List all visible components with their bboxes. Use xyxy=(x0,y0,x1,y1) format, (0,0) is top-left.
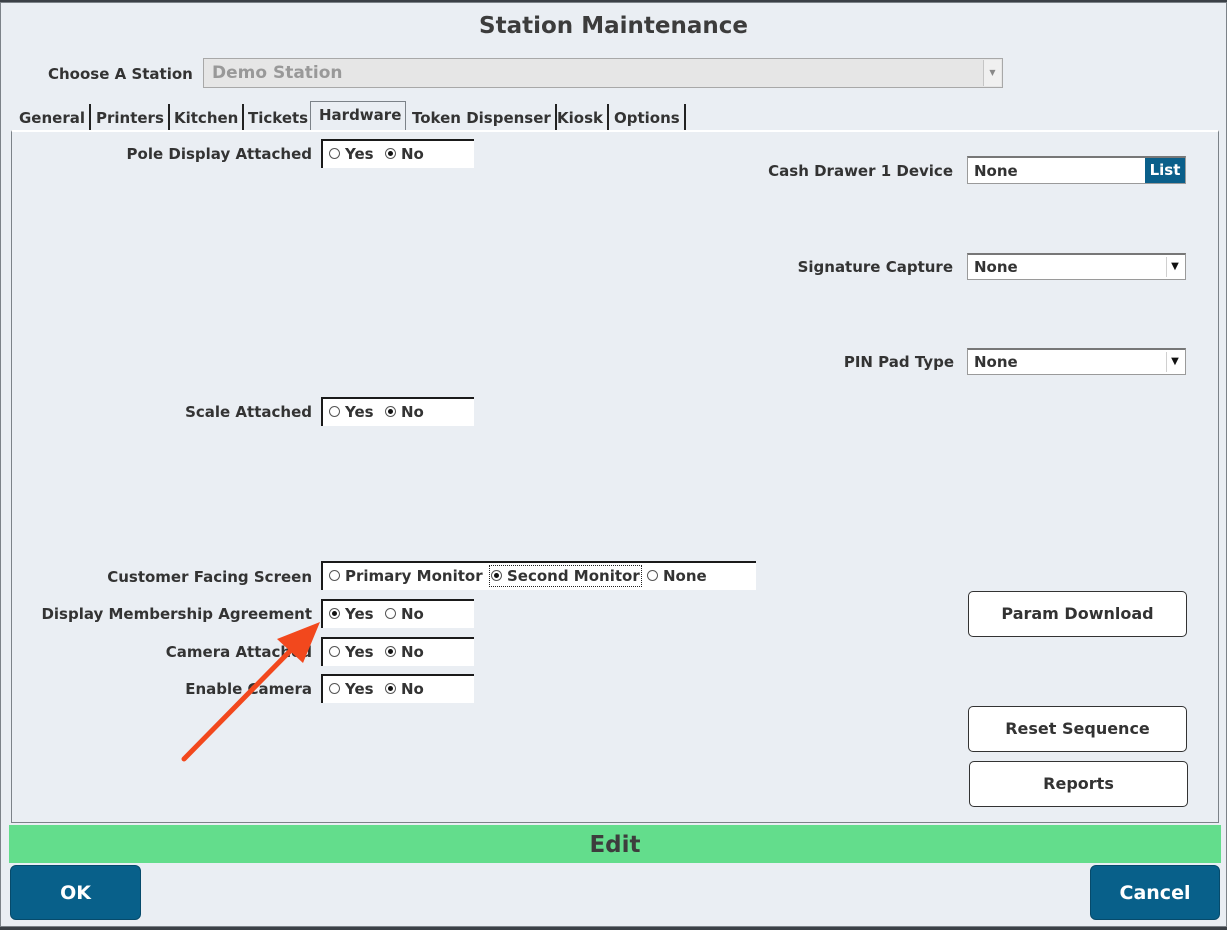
camera-attached-label: Camera Attached xyxy=(165,643,312,661)
scale-label: Scale Attached xyxy=(185,403,312,421)
reports-button[interactable]: Reports xyxy=(969,761,1188,807)
dialog-title: Station Maintenance xyxy=(479,13,748,39)
camera-attached-radio-group: Yes No xyxy=(321,637,474,666)
tab-tickets[interactable]: Tickets xyxy=(240,104,315,130)
customer-screen-radio-group: Primary Monitor Second Monitor None xyxy=(321,561,756,590)
pin-pad-label: PIN Pad Type xyxy=(843,353,954,371)
tab-kiosk[interactable]: Kiosk xyxy=(549,104,609,130)
radio-selected-icon xyxy=(385,646,396,657)
enable-camera-radio-group: Yes No xyxy=(321,674,474,703)
signature-capture-dropdown[interactable]: None ▼ xyxy=(967,253,1186,280)
ok-button[interactable]: OK xyxy=(10,865,141,920)
pin-pad-value: None xyxy=(974,353,1018,371)
enable-camera-no[interactable]: No xyxy=(385,680,424,698)
radio-selected-icon xyxy=(385,406,396,417)
chevron-down-icon[interactable]: ▼ xyxy=(983,60,1001,86)
station-maintenance-dialog: Station Maintenance Choose A Station Dem… xyxy=(0,2,1227,927)
param-download-button[interactable]: Param Download xyxy=(968,591,1187,637)
choose-station-label: Choose A Station xyxy=(48,65,193,83)
cancel-button[interactable]: Cancel xyxy=(1090,865,1220,920)
reset-sequence-button[interactable]: Reset Sequence xyxy=(968,706,1187,752)
camera-attached-no[interactable]: No xyxy=(385,643,424,661)
edit-mode-bar: Edit xyxy=(9,825,1221,863)
pole-display-yes[interactable]: Yes xyxy=(329,145,374,163)
customer-screen-label: Customer Facing Screen xyxy=(107,568,312,586)
membership-label: Display Membership Agreement xyxy=(41,605,312,623)
pole-display-label: Pole Display Attached xyxy=(126,145,312,163)
station-dropdown-value: Demo Station xyxy=(212,63,343,83)
pole-display-no[interactable]: No xyxy=(385,145,424,163)
radio-selected-icon xyxy=(385,148,396,159)
radio-icon xyxy=(329,683,340,694)
scale-radio-group: Yes No xyxy=(321,397,474,426)
radio-icon xyxy=(329,646,340,657)
scale-no[interactable]: No xyxy=(385,403,424,421)
tab-kitchen[interactable]: Kitchen xyxy=(166,104,245,130)
radio-icon xyxy=(329,406,340,417)
signature-capture-label: Signature Capture xyxy=(797,258,953,276)
tab-general[interactable]: General xyxy=(11,104,91,130)
tab-hardware[interactable]: Hardware xyxy=(310,101,407,132)
customer-screen-second[interactable]: Second Monitor xyxy=(489,565,642,587)
enable-camera-label: Enable Camera xyxy=(185,680,312,698)
tab-token-dispenser[interactable]: Token Dispenser xyxy=(404,104,557,130)
radio-selected-icon xyxy=(329,608,340,619)
list-button[interactable]: List xyxy=(1145,158,1185,183)
station-dropdown[interactable]: Demo Station ▼ xyxy=(203,58,1003,88)
radio-icon xyxy=(385,608,396,619)
membership-radio-group: Yes No xyxy=(321,599,474,628)
cash-drawer-field[interactable]: None List xyxy=(967,156,1186,184)
pin-pad-dropdown[interactable]: None ▼ xyxy=(967,348,1186,375)
scale-yes[interactable]: Yes xyxy=(329,403,374,421)
membership-yes[interactable]: Yes xyxy=(329,605,374,623)
customer-screen-none[interactable]: None xyxy=(647,567,707,585)
radio-icon xyxy=(647,570,658,581)
membership-no[interactable]: No xyxy=(385,605,424,623)
chevron-down-icon[interactable]: ▼ xyxy=(1166,257,1183,277)
radio-selected-icon xyxy=(385,683,396,694)
cash-drawer-value: None xyxy=(974,162,1018,180)
signature-capture-value: None xyxy=(974,258,1018,276)
chevron-down-icon[interactable]: ▼ xyxy=(1166,352,1183,372)
radio-selected-icon xyxy=(491,570,502,581)
tab-options[interactable]: Options xyxy=(606,104,686,130)
customer-screen-primary[interactable]: Primary Monitor xyxy=(329,567,483,585)
enable-camera-yes[interactable]: Yes xyxy=(329,680,374,698)
tab-printers[interactable]: Printers xyxy=(88,104,170,130)
radio-icon xyxy=(329,148,340,159)
camera-attached-yes[interactable]: Yes xyxy=(329,643,374,661)
cash-drawer-label: Cash Drawer 1 Device xyxy=(768,162,953,180)
radio-icon xyxy=(329,570,340,581)
pole-display-radio-group: Yes No xyxy=(321,139,474,168)
